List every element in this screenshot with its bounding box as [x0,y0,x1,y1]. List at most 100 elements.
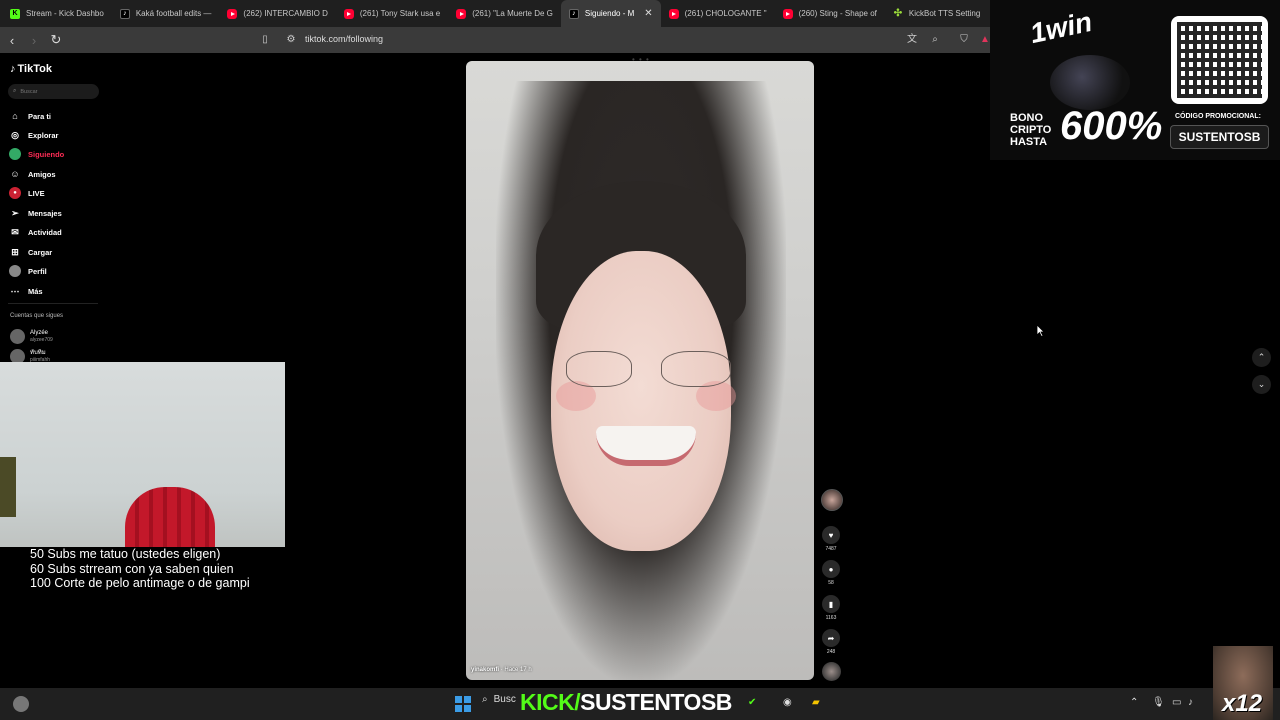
bookmark-icon[interactable]: ▯ [258,33,272,47]
site-info-icon[interactable]: ⚙ [284,33,298,47]
tab-title: KickBot TTS Setting [908,9,981,18]
friends-icon: ☺ [10,169,20,179]
nav-item-mas[interactable]: ⋯ Más [9,285,43,297]
browser-tab[interactable]: ♪ Kaká football edits — [112,0,220,27]
zoom-icon[interactable]: ⌕ [928,33,942,47]
tab-title: Siguiendo - M [584,9,635,18]
back-icon[interactable]: ‹ [2,30,22,50]
browser-tab-active[interactable]: ♪ Siguiendo - M ✕ [560,0,661,27]
chevron-up-icon[interactable]: ⌃ [1130,697,1138,708]
heart-icon: ♥ [822,526,840,544]
nav-item-siguiendo[interactable]: Siguiendo [9,148,64,160]
ad-code-label: CÓDIGO PROMOCIONAL: [1175,113,1261,120]
share-count: 248 [826,649,836,655]
save-count: 1163 [825,615,837,621]
ad-brand-logo: 1win [1027,5,1095,50]
tab-title: (261) "La Muerte De G [472,9,553,18]
nav-item-explorar[interactable]: ◎ Explorar [9,129,58,141]
following-icon [9,148,21,160]
comment-button[interactable]: ● 58 [820,560,842,586]
nav-item-para-ti[interactable]: ⌂ Para ti [9,110,51,122]
browser-tab[interactable]: (261) CHOLOGANTE " [661,0,775,27]
comment-icon: ● [822,560,840,578]
ad-percent: 600% [1060,104,1163,148]
followed-account[interactable]: Alyzée alyzee709 [10,329,53,344]
youtube-icon [227,8,238,19]
tiktok-logo[interactable]: ♪ TikTok [10,63,52,75]
nav-item-actividad[interactable]: ✉ Actividad [9,226,62,238]
nav-item-perfil[interactable]: Perfil [9,265,47,277]
multiplier-badge: x12 [1222,690,1263,717]
video-player[interactable]: yinakomfi · Hace 17 h [466,61,814,680]
close-icon[interactable]: ✕ [644,8,652,19]
ad-bonus-text: BONO CRIPTO HASTA [1010,112,1052,148]
translate-icon[interactable]: 文 [905,33,919,47]
tiktok-icon: ♪ [10,63,16,75]
browser-tab[interactable]: (261) Tony Stark usa e [336,0,448,27]
browser-taskbar-icon[interactable]: ◉ [783,697,792,708]
tab-title: (261) Tony Stark usa e [359,9,441,18]
tab-title: Stream - Kick Dashbo [26,9,104,18]
search-input[interactable]: ⌕ Buscar [8,84,99,99]
forward-icon[interactable]: › [24,30,44,50]
tiktok-icon: ♪ [119,8,130,19]
app-icon[interactable] [13,696,29,712]
browser-tab[interactable]: (261) "La Muerte De G [448,0,561,27]
tiktok-icon: ♪ [568,8,579,19]
nav-item-amigos[interactable]: ☺ Amigos [9,168,55,180]
browser-toolbar: ‹ › ↻ ▯ ⚙ tiktok.com/following 文 ⌕ ⛉ ▲ [0,27,990,53]
nav-item-cargar[interactable]: ⊞ Cargar [9,246,52,258]
tab-title: Kaká football edits — [135,9,212,18]
previous-video-button[interactable]: ⌃ [1252,348,1271,367]
red-chair [125,487,215,547]
like-button[interactable]: ♥ 7487 [820,526,842,552]
compass-icon: ◎ [11,129,19,140]
browser-tab[interactable]: (262) INTERCAMBIO D [219,0,335,27]
share-icon: ➦ [822,629,840,647]
sponsor-ad: 1win BONO CRIPTO HASTA 600% CÓDIGO PROMO… [990,0,1280,160]
youtube-icon [782,8,793,19]
browser-tab[interactable]: K Stream - Kick Dashbo [2,0,112,27]
browser-tab[interactable]: (260) Sting - Shape of [775,0,885,27]
youtube-icon [343,8,354,19]
goal-line: 50 Subs me tatuo (ustedes eligen) [30,547,221,561]
chevron-down-icon: ⌄ [1257,379,1266,389]
network-icon[interactable]: ▭ [1172,697,1181,708]
music-disc[interactable] [822,662,841,681]
creator-avatar[interactable] [821,489,843,511]
activity-icon: ✉ [11,226,19,237]
taskbar-search[interactable]: ⌕ Busc [482,694,516,705]
chevron-up-icon: ⌃ [1257,352,1266,362]
shield-icon[interactable]: ⛉ [957,33,971,47]
windows-start-button[interactable] [455,696,471,712]
video-time: Hace 17 h [504,667,532,673]
reload-icon[interactable]: ↻ [46,30,66,50]
messages-icon: ➢ [11,207,19,218]
nav-item-mensajes[interactable]: ➢ Mensajes [9,207,62,219]
microphone-icon[interactable]: 🎙 [1152,697,1165,708]
tab-title: (262) INTERCAMBIO D [243,9,328,18]
tab-title: (261) CHOLOGANTE " [684,9,767,18]
webcam-overlay [0,362,285,547]
verified-icon: ✔ [748,697,757,708]
youtube-icon [668,8,679,19]
nav-item-live[interactable]: ● LIVE [9,187,45,199]
qr-code-icon [1171,16,1268,104]
next-video-button[interactable]: ⌄ [1252,375,1271,394]
address-bar[interactable]: tiktok.com/following [305,34,383,44]
video-frame-glasses [566,351,632,387]
kickbot-icon: ✣ [892,8,903,19]
save-button[interactable]: ▮ 1163 [820,595,842,621]
search-icon: ⌕ [482,694,488,705]
share-button[interactable]: ➦ 248 [820,629,842,655]
avatar [10,329,25,344]
coin-pile-icon [1050,55,1130,110]
volume-icon[interactable]: ♪ [1188,697,1193,708]
sub-goals: 50 Subs me tatuo (ustedes eligen) 60 Sub… [30,547,250,591]
sidebar-divider [8,303,98,304]
notes-icon[interactable]: ▰ [812,697,820,708]
windows-taskbar: ⌕ Busc KICK/SUSTENTOSB ✔ ◉ ▰ ⌃ 🎙 ▭ ♪ [0,688,1280,720]
browser-tab[interactable]: ✣ KickBot TTS Setting [885,0,988,27]
more-icon: ⋯ [10,285,20,296]
video-author[interactable]: yinakomfi [471,667,499,673]
